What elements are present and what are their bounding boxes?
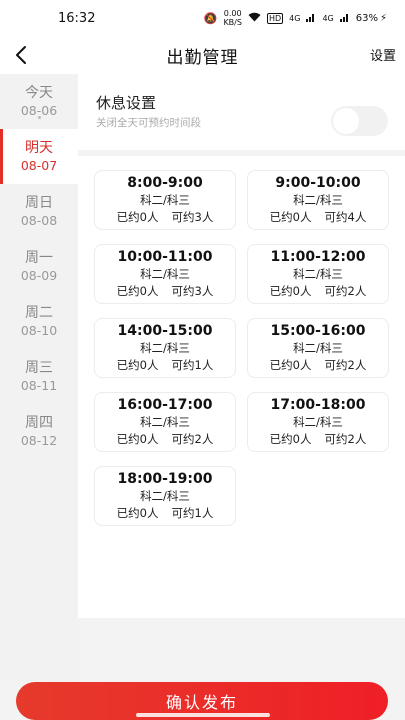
slot-time: 15:00-16:00 [270,323,366,339]
slot-available: 可约1人 [171,506,214,520]
slot-available: 可约2人 [171,432,214,446]
time-slot-card[interactable]: 16:00-17:00 科二/科三 已约0人 可约2人 [94,392,236,452]
signal-1-label: 4G [289,13,301,23]
signal-1-icon [306,12,316,24]
nav-bar: 出勤管理 设置 [0,36,405,74]
day-tab-name: 今天 [25,85,53,101]
slot-time: 14:00-15:00 [117,323,213,339]
time-slot-card[interactable]: 14:00-15:00 科二/科三 已约0人 可约1人 [94,318,236,378]
slot-subject: 科二/科三 [293,415,343,429]
home-indicator [136,713,270,717]
hd-badge: HD [266,12,284,24]
time-slot-card[interactable]: 15:00-16:00 科二/科三 已约0人 可约2人 [247,318,389,378]
back-button[interactable] [6,40,36,70]
day-tab-name: 周二 [25,305,53,321]
battery-percent: 63% [355,12,378,24]
slot-subject: 科二/科三 [140,193,190,207]
network-speed: 0.00 KB/S [223,9,242,27]
network-speed-value: 0.00 [223,9,242,18]
time-slot-card[interactable]: 18:00-19:00 科二/科三 已约0人 可约1人 [94,466,236,526]
slot-booked: 已约0人 [116,506,159,520]
day-tab-name: 周三 [25,360,53,376]
day-tab-date: 08-12 [20,433,58,448]
day-tab-tomorrow[interactable]: 明天 08-07 [0,129,78,184]
time-slot-card[interactable]: 17:00-18:00 科二/科三 已约0人 可约2人 [247,392,389,452]
toggle-knob [333,108,359,134]
day-tab-today[interactable]: 今天 08-06 [0,74,78,129]
battery-indicator: 63% ⚡ [356,13,387,24]
slot-time: 9:00-10:00 [275,175,361,191]
slot-available: 可约1人 [171,358,214,372]
time-slot-card[interactable]: 9:00-10:00 科二/科三 已约0人 可约4人 [247,170,389,230]
slot-available: 可约4人 [324,210,367,224]
wifi-icon [248,12,261,24]
slot-booked: 已约0人 [269,284,312,298]
slot-time: 10:00-11:00 [117,249,213,265]
slot-subject: 科二/科三 [293,193,343,207]
day-sidebar: 今天 08-06 明天 08-07 周日 08-08 周一 08-09 周二 0… [0,74,78,682]
slot-available: 可约2人 [324,284,367,298]
day-tab-date: 08-09 [20,268,58,283]
status-time: 16:32 [58,10,96,26]
slot-booked: 已约0人 [116,284,159,298]
slot-subject: 科二/科三 [140,267,190,281]
signal-2-icon [339,12,350,24]
day-tab-tuesday[interactable]: 周二 08-10 [0,294,78,349]
page-title: 出勤管理 [166,47,239,68]
slot-subject: 科二/科三 [293,267,343,281]
time-slot-card[interactable]: 10:00-11:00 科二/科三 已约0人 可约3人 [94,244,236,304]
slot-booked: 已约0人 [269,432,312,446]
schedule-panel: 休息设置 关闭全天可预约时间段 8:00-9:00 科二/科三 已约0人 可约3人… [78,74,405,618]
slot-available: 可约3人 [171,284,214,298]
day-tab-wednesday[interactable]: 周三 08-11 [0,349,78,404]
section-divider [78,150,405,156]
day-tab-date: 08-07 [20,158,58,173]
status-bar: 16:32 🔕 0.00 KB/S HD 4G 4G 63% ⚡ [0,0,405,36]
slot-time: 18:00-19:00 [117,471,213,487]
rest-toggle[interactable] [331,106,388,136]
time-slot-card[interactable]: 11:00-12:00 科二/科三 已约0人 可约2人 [247,244,389,304]
day-tab-date: 08-11 [20,378,58,393]
slot-time: 8:00-9:00 [127,175,203,191]
slot-booked: 已约0人 [116,358,159,372]
slot-available: 可约2人 [324,432,367,446]
slot-available: 可约2人 [324,358,367,372]
day-tab-name: 周四 [25,415,53,431]
slot-booked: 已约0人 [269,210,312,224]
day-tab-monday[interactable]: 周一 08-09 [0,239,78,294]
bell-off-icon: 🔕 [203,11,218,25]
slot-booked: 已约0人 [269,358,312,372]
slot-subject: 科二/科三 [140,415,190,429]
day-tab-thursday[interactable]: 周四 08-12 [0,404,78,459]
day-dot [37,116,41,119]
day-tab-date: 08-10 [20,323,58,338]
charging-icon: ⚡ [379,12,387,24]
settings-link[interactable]: 设置 [370,45,396,64]
day-tab-name: 明天 [25,140,53,156]
slot-time: 11:00-12:00 [270,249,366,265]
day-tab-sunday[interactable]: 周日 08-08 [0,184,78,239]
signal-2-label: 4G [322,13,334,23]
slot-subject: 科二/科三 [140,341,190,355]
time-slot-card[interactable]: 8:00-9:00 科二/科三 已约0人 可约3人 [94,170,236,230]
day-tab-name: 周日 [25,195,53,211]
chevron-left-icon [16,46,26,64]
slot-time: 16:00-17:00 [117,397,213,413]
rest-setting: 休息设置 关闭全天可预约时间段 [78,81,405,151]
slot-time: 17:00-18:00 [270,397,366,413]
day-tab-date: 08-08 [20,213,58,228]
slot-subject: 科二/科三 [293,341,343,355]
slot-booked: 已约0人 [116,432,159,446]
slot-booked: 已约0人 [116,210,159,224]
status-icons: 🔕 0.00 KB/S HD 4G 4G 63% ⚡ [204,9,387,27]
slot-subject: 科二/科三 [140,489,190,503]
day-tab-name: 周一 [25,250,53,266]
network-speed-unit: KB/S [223,18,242,27]
slot-available: 可约3人 [171,210,214,224]
